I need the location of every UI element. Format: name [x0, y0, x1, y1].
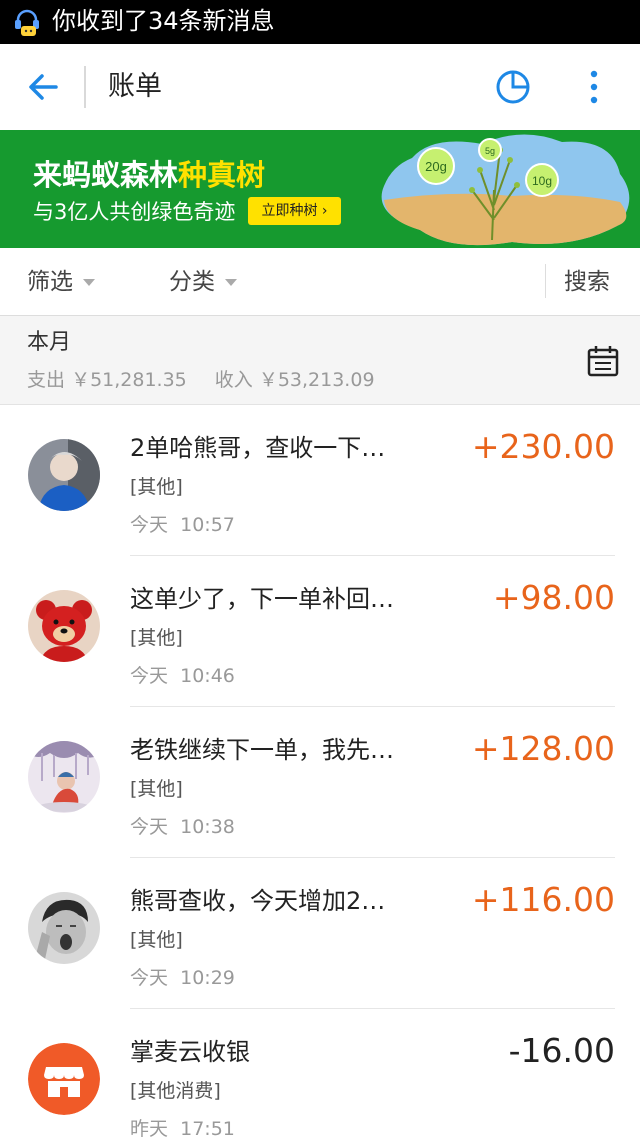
pie-chart-icon[interactable] — [494, 68, 532, 106]
transaction-clock: 10:38 — [180, 816, 235, 838]
transaction-amount: +128.00 — [471, 729, 615, 768]
caret-down-icon — [83, 279, 95, 286]
search-button[interactable]: 搜索 — [564, 266, 610, 298]
watermark: 悟空问答 — [512, 1098, 624, 1127]
month-totals: 支出 ￥51,281.35 收入 ￥53,213.09 — [27, 366, 375, 394]
transaction-time: 昨天 17:51 — [130, 1115, 235, 1143]
expense-value: ￥51,281.35 — [71, 369, 187, 391]
winter-illustration-avatar — [28, 741, 100, 813]
banner-title-highlight: 种真树 — [178, 158, 266, 192]
income-label: 收入 — [214, 369, 253, 391]
transaction-day: 今天 — [130, 514, 169, 536]
app-bar: 账单 — [0, 44, 640, 130]
transaction-day: 今天 — [130, 967, 169, 989]
caret-down-icon — [225, 279, 237, 286]
transaction-amount: +116.00 — [471, 880, 615, 919]
filter-bar: 筛选 分类 搜索 — [0, 248, 640, 316]
transaction-time: 今天 10:46 — [130, 662, 235, 690]
transaction-row[interactable]: 老铁继续下一单，我先… [其他] 今天 10:38 +128.00 — [0, 707, 640, 858]
red-bear-avatar — [28, 590, 100, 662]
more-menu-icon[interactable] — [586, 68, 602, 106]
month-label: 本月 — [27, 330, 72, 355]
transaction-category: [其他] — [130, 627, 183, 649]
transaction-time: 今天 10:29 — [130, 964, 235, 992]
category-label: 分类 — [169, 269, 215, 295]
banner-title-text: 来蚂蚁森林 — [33, 158, 179, 192]
month-summary: 本月 支出 ￥51,281.35 收入 ￥53,213.09 — [0, 316, 640, 405]
transaction-day: 今天 — [130, 665, 169, 687]
transaction-title: 掌麦云收银 — [130, 1038, 250, 1066]
desert-tree-illustration: 20g 5g 10g — [381, 134, 630, 246]
store-icon — [28, 1043, 100, 1115]
transaction-title: 熊哥查收，今天增加2… — [130, 887, 386, 915]
transaction-category: [其他] — [130, 476, 183, 498]
transaction-title: 老铁继续下一单，我先… — [130, 736, 394, 764]
transaction-day: 昨天 — [130, 1118, 169, 1140]
filter-label: 筛选 — [27, 269, 73, 295]
transaction-title: 这单少了，下一单补回… — [130, 585, 394, 613]
transaction-clock: 10:46 — [180, 665, 235, 687]
status-bar: 你收到了34条新消息 — [0, 0, 640, 44]
watermark-text: 悟空问答 — [544, 1100, 624, 1124]
bubble-10g: 10g — [532, 174, 552, 188]
banner-title: 来蚂蚁森林种真树 — [33, 157, 265, 193]
app-bar-divider — [84, 66, 86, 108]
page-title: 账单 — [108, 71, 162, 102]
transaction-category: [其他] — [130, 778, 183, 800]
back-arrow-icon[interactable] — [26, 68, 60, 106]
transaction-row[interactable]: 熊哥查收，今天增加2… [其他] 今天 10:29 +116.00 — [0, 858, 640, 1009]
transaction-row[interactable]: 这单少了，下一单补回… [其他] 今天 10:46 +98.00 — [0, 556, 640, 707]
plant-tree-label: 立即种树 — [261, 203, 318, 219]
expense-label: 支出 — [27, 369, 66, 391]
notification-chat-icon — [15, 9, 39, 36]
transaction-clock: 17:51 — [180, 1118, 235, 1140]
transaction-day: 今天 — [130, 816, 169, 838]
transaction-clock: 10:29 — [180, 967, 235, 989]
transaction-title: 2单哈熊哥，查收一下… — [130, 434, 386, 462]
ant-forest-banner[interactable]: 来蚂蚁森林种真树 与3亿人共创绿色奇迹 立即种树 › 20g 5g 10g — [0, 130, 640, 248]
calendar-icon[interactable] — [586, 344, 620, 378]
banner-subtitle: 与3亿人共创绿色奇迹 — [33, 200, 236, 224]
notification-text: 你收到了34条新消息 — [52, 7, 275, 35]
transaction-clock: 10:57 — [180, 514, 235, 536]
transaction-category: [其他消费] — [130, 1080, 221, 1102]
income-value: ￥53,213.09 — [258, 369, 375, 391]
transaction-time: 今天 10:57 — [130, 511, 235, 539]
filter-divider — [545, 264, 546, 298]
transaction-amount: -16.00 — [508, 1031, 615, 1070]
transaction-row[interactable]: 2单哈熊哥，查收一下… [其他] 今天 10:57 +230.00 — [0, 405, 640, 556]
plant-tree-button[interactable]: 立即种树 › — [248, 197, 341, 225]
transaction-time: 今天 10:38 — [130, 813, 235, 841]
person-blue-avatar — [28, 439, 100, 511]
transaction-amount: +98.00 — [492, 578, 615, 617]
yawning-boy-avatar — [28, 892, 100, 964]
category-dropdown[interactable]: 分类 — [169, 266, 237, 298]
bubble-5g: 5g — [485, 146, 495, 156]
watermark-logo-icon — [512, 1100, 538, 1127]
transaction-category: [其他] — [130, 929, 183, 951]
filter-dropdown[interactable]: 筛选 — [27, 266, 95, 298]
transaction-amount: +230.00 — [471, 427, 615, 466]
bubble-20g: 20g — [425, 159, 447, 174]
